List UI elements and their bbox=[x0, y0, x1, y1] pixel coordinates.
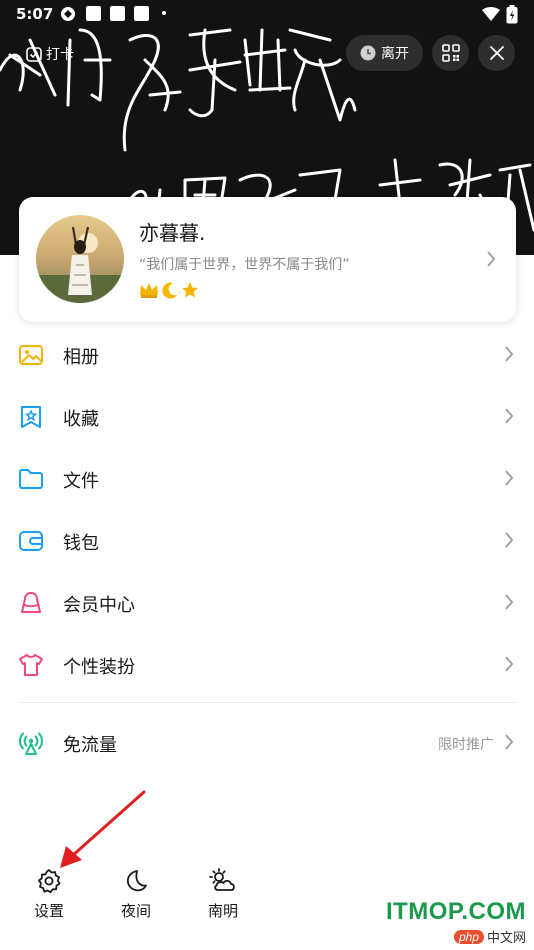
more-notifications-dot-icon bbox=[162, 11, 166, 15]
close-button[interactable] bbox=[478, 35, 515, 71]
folder-icon bbox=[19, 469, 43, 489]
night-mode-label: 夜间 bbox=[120, 902, 151, 920]
leave-status-label: 离开 bbox=[381, 46, 409, 62]
settings-button[interactable]: 设置 bbox=[19, 868, 79, 921]
menu-label: 钱包 bbox=[63, 533, 99, 554]
nickname: 亦暮暮. bbox=[139, 221, 206, 245]
battery-icon bbox=[506, 5, 518, 24]
status-time: 5:07 bbox=[16, 5, 54, 23]
php-site-text: 中文网 bbox=[486, 930, 526, 945]
favorite-icon bbox=[21, 406, 41, 428]
watermark-php: php 中文网 bbox=[386, 927, 526, 946]
chevron-right-icon bbox=[505, 656, 514, 672]
chevron-right-icon bbox=[487, 251, 496, 267]
menu-item-vip-center[interactable]: 会员中心 bbox=[0, 571, 534, 633]
settings-label: 设置 bbox=[33, 902, 64, 920]
night-mode-button[interactable]: 夜间 bbox=[106, 868, 166, 921]
star-badge-icon[interactable] bbox=[181, 281, 199, 299]
close-icon bbox=[489, 46, 504, 60]
partly-cloudy-icon bbox=[209, 868, 235, 891]
menu-divider bbox=[18, 702, 516, 703]
menu-item-free-data[interactable]: 免流量 限时推广 bbox=[0, 711, 534, 773]
chevron-right-icon bbox=[505, 734, 514, 750]
chevron-right-icon bbox=[505, 470, 514, 486]
photo-album-icon bbox=[19, 345, 43, 365]
leave-status-button[interactable]: 离开 bbox=[346, 35, 423, 71]
notification-square-icon bbox=[134, 6, 149, 21]
badge-row[interactable] bbox=[139, 281, 199, 299]
avatar-image bbox=[36, 215, 124, 303]
menu-item-files[interactable]: 文件 bbox=[0, 447, 534, 509]
menu-label: 相册 bbox=[63, 347, 99, 368]
watermark: ITMOP.COM php 中文网 bbox=[386, 898, 526, 946]
menu-label: 个性装扮 bbox=[63, 657, 135, 678]
outfit-icon bbox=[19, 654, 43, 676]
menu-item-wallet[interactable]: 钱包 bbox=[0, 509, 534, 571]
wifi-icon bbox=[482, 7, 500, 21]
weather-label: 南明 bbox=[207, 902, 238, 920]
watermark-text: ITMOP.COM bbox=[385, 898, 526, 925]
menu-label: 免流量 bbox=[63, 735, 117, 756]
notification-square-icon bbox=[110, 6, 125, 21]
wallet-icon bbox=[19, 531, 43, 551]
crown-badge-icon[interactable] bbox=[139, 281, 159, 299]
qr-code-button[interactable] bbox=[432, 35, 469, 71]
clock-icon bbox=[360, 45, 376, 61]
chevron-right-icon bbox=[505, 346, 514, 362]
qr-code-icon bbox=[441, 44, 460, 62]
checkin-label: 打卡 bbox=[46, 47, 74, 63]
menu-item-favorites[interactable]: 收藏 bbox=[0, 385, 534, 447]
notification-square-icon bbox=[86, 6, 101, 21]
checkin-button[interactable]: 打卡 bbox=[26, 38, 102, 70]
chevron-right-icon bbox=[505, 532, 514, 548]
signal-icon bbox=[19, 732, 43, 755]
app-notification-icon bbox=[61, 7, 75, 21]
menu-item-album[interactable]: 相册 bbox=[0, 323, 534, 385]
menu-label: 收藏 bbox=[63, 409, 99, 430]
menu-label: 会员中心 bbox=[63, 595, 135, 616]
chevron-right-icon bbox=[505, 408, 514, 424]
promo-hint: 限时推广 bbox=[438, 737, 494, 753]
profile-card[interactable]: 亦暮暮. “我们属于世界，世界不属于我们” bbox=[19, 197, 516, 322]
weather-button[interactable]: 南明 bbox=[193, 868, 253, 921]
annotation-arrow bbox=[60, 790, 146, 868]
status-bar: 5:07 bbox=[0, 0, 534, 28]
menu-item-outfit[interactable]: 个性装扮 bbox=[0, 633, 534, 695]
signature: “我们属于世界，世界不属于我们” bbox=[139, 257, 350, 273]
vip-icon bbox=[21, 592, 41, 613]
menu-label: 文件 bbox=[63, 471, 99, 492]
avatar[interactable] bbox=[36, 215, 124, 303]
chevron-right-icon bbox=[505, 594, 514, 610]
checkin-icon bbox=[26, 47, 42, 62]
php-logo: php bbox=[453, 929, 484, 944]
moon-badge-icon[interactable] bbox=[161, 281, 179, 299]
